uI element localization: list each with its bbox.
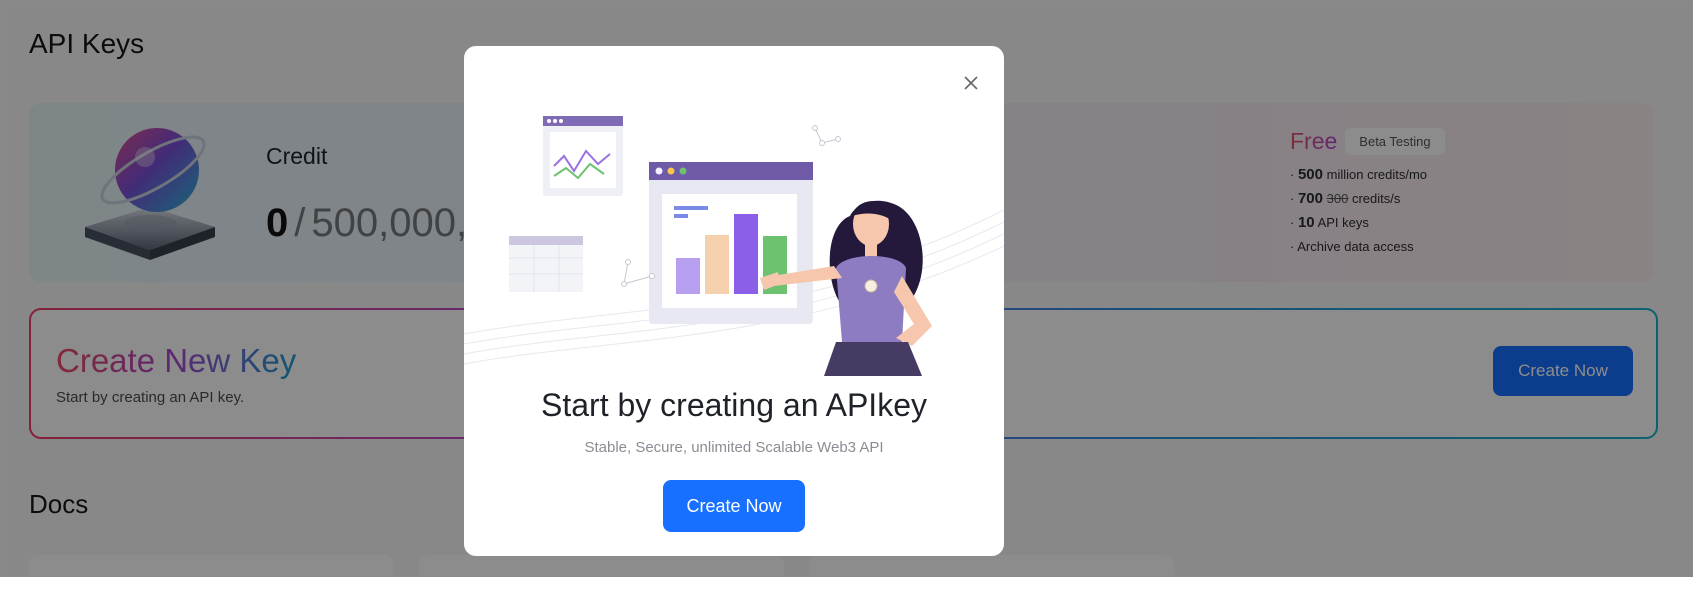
dashboard-illustration — [464, 116, 1004, 376]
modal-close-button[interactable] — [956, 68, 986, 98]
modal-create-now-button[interactable]: Create Now — [663, 480, 805, 532]
create-apikey-modal: Start by creating an APIkey Stable, Secu… — [464, 46, 1004, 556]
modal-subtitle: Stable, Secure, unlimited Scalable Web3 … — [584, 439, 884, 456]
close-icon — [964, 76, 978, 90]
modal-title: Start by creating an APIkey — [541, 387, 927, 423]
